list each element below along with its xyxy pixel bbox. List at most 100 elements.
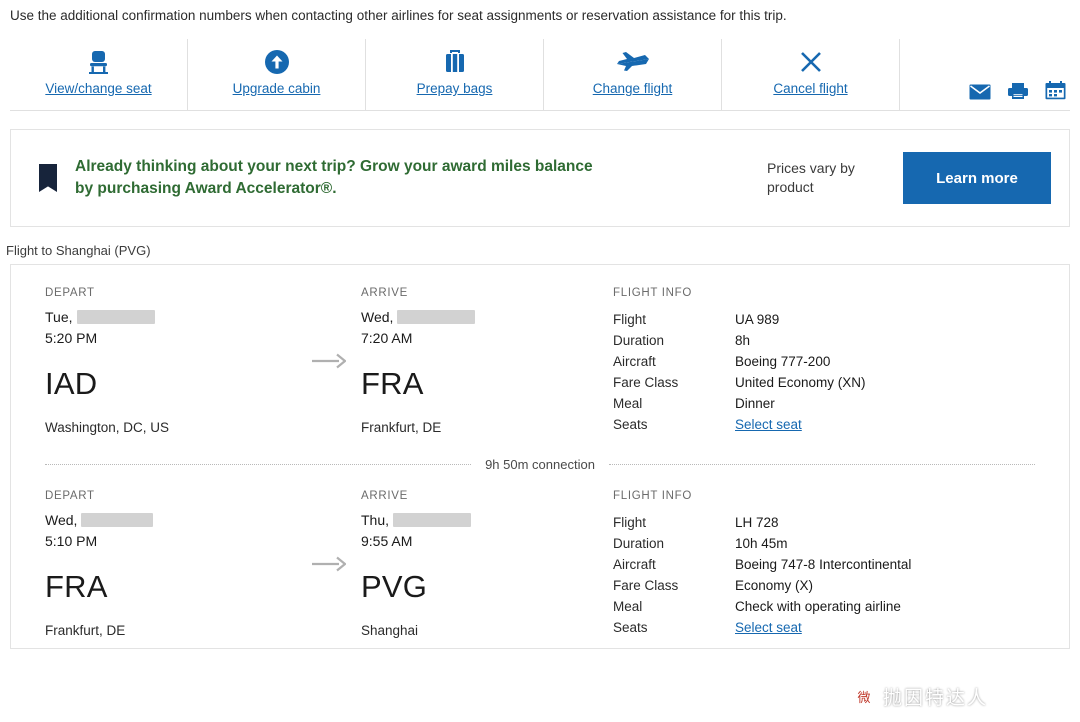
suitcase-icon <box>440 43 470 81</box>
divider-line-right <box>608 464 1036 465</box>
arrive-time: 7:20 AM <box>361 330 413 346</box>
watermark-badge-icon: 微 <box>853 685 876 708</box>
select-seat-link[interactable]: Select seat <box>735 414 802 435</box>
redacted-date <box>397 309 476 324</box>
printer-icon[interactable] <box>1007 82 1029 100</box>
arrive-date: Wed, <box>361 307 613 326</box>
action-label: Cancel flight <box>773 81 848 96</box>
depart-airport-code: IAD <box>45 366 98 401</box>
promo-banner: Already thinking about your next trip? G… <box>10 129 1070 227</box>
info-value-duration: 10h 45m <box>735 536 788 551</box>
info-row-flight: Flight UA 989 <box>613 309 1035 330</box>
flight-info-label: FLIGHT INFO <box>613 490 693 502</box>
flight-info-block: FLIGHT INFO Flight LH 728 Duration 10h 4… <box>613 490 1035 638</box>
arrow-up-circle-icon <box>262 43 292 81</box>
info-row-fare-class: Fare Class Economy (X) <box>613 575 1035 596</box>
x-icon <box>796 43 826 81</box>
action-prepay-bags[interactable]: Prepay bags <box>366 39 544 110</box>
select-seat-link[interactable]: Select seat <box>735 617 802 638</box>
watermark: 微 抛因特达人 <box>853 683 988 710</box>
bookmark-icon <box>39 164 57 192</box>
segment-depart-block: DEPART Tue, 5:20 PM IAD Washington, DC, … <box>45 287 297 435</box>
info-row-seats: Seats Select seat <box>613 617 1035 638</box>
promo-note: Prices vary by product <box>767 160 855 195</box>
info-value-fare-class: Economy (X) <box>735 578 814 593</box>
info-value-meal: Check with operating airline <box>735 599 901 614</box>
info-row-meal: Meal Dinner <box>613 393 1035 414</box>
info-key: Flight <box>613 515 647 530</box>
arrive-date: Thu, <box>361 510 613 529</box>
arrive-label: ARRIVE <box>361 490 409 502</box>
action-change-flight[interactable]: Change flight <box>544 39 722 110</box>
depart-city: Frankfurt, DE <box>45 623 126 638</box>
connection-divider: 9h 50m connection <box>45 457 1036 472</box>
arrive-time: 9:55 AM <box>361 533 413 549</box>
calendar-icon[interactable] <box>1045 81 1066 100</box>
redacted-date <box>76 309 155 324</box>
info-key: Aircraft <box>613 557 656 572</box>
info-value-aircraft: Boeing 777-200 <box>735 354 831 369</box>
divider-line-left <box>45 464 472 465</box>
info-value-duration: 8h <box>735 333 751 348</box>
action-label: Upgrade cabin <box>232 81 321 96</box>
email-icon[interactable] <box>969 84 991 100</box>
arrive-label: ARRIVE <box>361 287 409 299</box>
info-key: Duration <box>613 333 665 348</box>
depart-time: 5:10 PM <box>45 533 98 549</box>
info-row-meal: Meal Check with operating airline <box>613 596 1035 617</box>
info-value-flight: UA 989 <box>735 312 780 327</box>
action-cancel-flight[interactable]: Cancel flight <box>722 39 900 110</box>
segment-arrive-block: ARRIVE Wed, 7:20 AM FRA Frankfurt, DE <box>361 287 613 435</box>
info-key: Fare Class <box>613 375 679 390</box>
arrive-airport-code: FRA <box>361 366 424 401</box>
info-key: Meal <box>613 396 643 411</box>
connection-duration: 9h 50m connection <box>485 457 595 472</box>
arrive-airport-code: PVG <box>361 569 428 604</box>
info-value-flight: LH 728 <box>735 515 779 530</box>
depart-label: DEPART <box>45 490 95 502</box>
depart-city: Washington, DC, US <box>45 420 170 435</box>
depart-airport-code: FRA <box>45 569 108 604</box>
flight-details-card: DEPART Tue, 5:20 PM IAD Washington, DC, … <box>10 264 1070 649</box>
arrive-city: Shanghai <box>361 623 419 638</box>
info-key: Flight <box>613 312 647 327</box>
action-label: Prepay bags <box>416 81 493 96</box>
seat-icon <box>84 43 114 81</box>
action-view-change-seat[interactable]: View/change seat <box>10 39 188 110</box>
flight-section-heading: Flight to Shanghai (PVG) <box>6 243 151 258</box>
action-label: View/change seat <box>45 81 152 96</box>
depart-label: DEPART <box>45 287 95 299</box>
info-row-duration: Duration 10h 45m <box>613 533 1035 554</box>
info-key: Seats <box>613 417 648 432</box>
segment-depart-block: DEPART Wed, 5:10 PM FRA Frankfurt, DE <box>45 490 297 638</box>
depart-date: Tue, <box>45 307 297 326</box>
info-row-aircraft: Aircraft Boeing 777-200 <box>613 351 1035 372</box>
depart-day: Wed, <box>45 511 78 528</box>
info-row-flight: Flight LH 728 <box>613 512 1035 533</box>
utility-icon-group <box>969 39 1070 110</box>
info-key: Meal <box>613 599 643 614</box>
route-arrow-icon <box>297 490 361 572</box>
info-key: Fare Class <box>613 578 679 593</box>
info-value-meal: Dinner <box>735 396 775 411</box>
flight-info-label: FLIGHT INFO <box>613 287 693 299</box>
flight-segment: DEPART Wed, 5:10 PM FRA Frankfurt, DE AR… <box>45 490 1035 638</box>
learn-more-button[interactable]: Learn more <box>903 152 1051 204</box>
route-arrow-icon <box>297 287 361 369</box>
flight-info-block: FLIGHT INFO Flight UA 989 Duration 8h Ai… <box>613 287 1035 435</box>
arrive-day: Wed, <box>361 308 394 325</box>
depart-time: 5:20 PM <box>45 330 98 346</box>
info-row-duration: Duration 8h <box>613 330 1035 351</box>
promo-headline: Already thinking about your next trip? G… <box>75 158 593 197</box>
confirmation-note: Use the additional confirmation numbers … <box>10 8 787 23</box>
action-bar-spacer <box>900 39 969 110</box>
info-row-seats: Seats Select seat <box>613 414 1035 435</box>
redacted-date <box>81 512 154 527</box>
info-key: Seats <box>613 620 648 635</box>
info-row-fare-class: Fare Class United Economy (XN) <box>613 372 1035 393</box>
depart-date: Wed, <box>45 510 297 529</box>
info-key: Aircraft <box>613 354 656 369</box>
action-upgrade-cabin[interactable]: Upgrade cabin <box>188 39 366 110</box>
airplane-icon <box>614 43 652 81</box>
arrive-day: Thu, <box>361 511 390 528</box>
